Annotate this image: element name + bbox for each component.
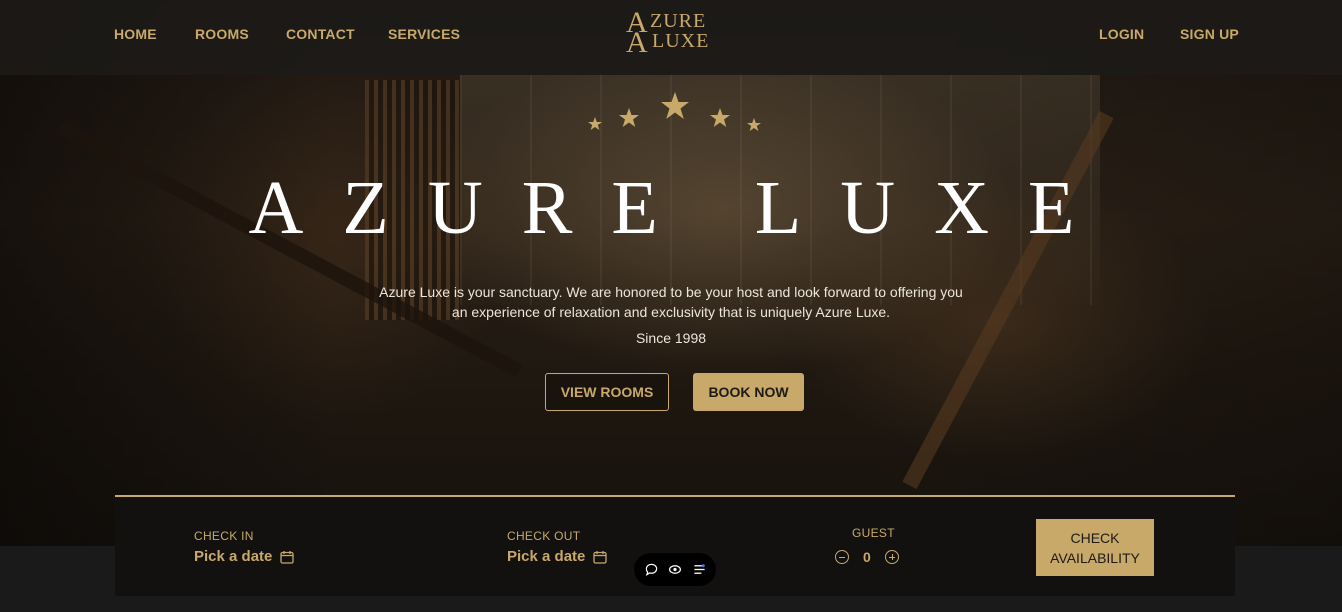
check-in-label: CHECK IN <box>194 529 254 543</box>
star-icon <box>710 108 730 127</box>
logo-line-1: ZURE <box>650 10 707 32</box>
hero-title: AZURE LUXE <box>248 166 1114 250</box>
check-in-value: Pick a date <box>194 548 273 565</box>
check-availability-button[interactable]: CHECK AVAILABILITY <box>1036 519 1154 576</box>
check-out-label: CHECK OUT <box>507 529 581 543</box>
guest-label: GUEST <box>852 526 895 540</box>
check-in-field[interactable]: Pick a date <box>194 548 295 565</box>
star-icon <box>588 117 602 130</box>
eye-icon[interactable] <box>668 563 682 577</box>
check-availability-line1: CHECK <box>1070 529 1120 546</box>
calendar-icon <box>280 550 295 564</box>
hero-description: Azure Luxe is your sanctuary. We are hon… <box>379 284 963 320</box>
nav-rooms-link[interactable]: ROOMS <box>195 26 249 42</box>
logo-letter-l-bottom: A <box>626 26 648 59</box>
check-out-value: Pick a date <box>507 548 586 565</box>
nav-signup-link[interactable]: SIGN UP <box>1180 26 1239 42</box>
logo-line-2: LUXE <box>652 30 710 52</box>
calendar-icon <box>593 550 608 564</box>
rating-stars <box>588 92 761 131</box>
check-out-field[interactable]: Pick a date <box>507 548 608 565</box>
star-icon <box>661 92 689 119</box>
chat-icon[interactable] <box>644 563 658 577</box>
settings-list-icon[interactable] <box>692 563 706 577</box>
top-navbar: HOME ROOMS CONTACT SERVICES A ZURE A LUX… <box>0 0 1342 75</box>
view-rooms-button[interactable]: VIEW ROOMS <box>545 373 669 411</box>
guest-count: 0 <box>863 549 871 565</box>
nav-services-link[interactable]: SERVICES <box>388 26 460 42</box>
check-availability-line2: AVAILABILITY <box>1050 549 1140 566</box>
plus-circle-icon[interactable] <box>884 550 899 564</box>
hero-since: Since 1998 <box>635 330 707 346</box>
nav-home-link[interactable]: HOME <box>114 26 157 42</box>
minus-circle-icon[interactable] <box>835 550 849 564</box>
floating-toolbar <box>634 553 716 586</box>
star-icon <box>619 108 639 127</box>
book-now-button[interactable]: BOOK NOW <box>693 373 804 411</box>
guest-stepper: 0 <box>835 549 899 565</box>
hero-background <box>0 0 1342 546</box>
star-icon <box>747 118 761 131</box>
azure-luxe-logo[interactable]: A ZURE A LUXE <box>626 8 726 64</box>
nav-contact-link[interactable]: CONTACT <box>286 26 355 42</box>
hero-overlay <box>0 0 1342 546</box>
nav-login-link[interactable]: LOGIN <box>1099 26 1144 42</box>
